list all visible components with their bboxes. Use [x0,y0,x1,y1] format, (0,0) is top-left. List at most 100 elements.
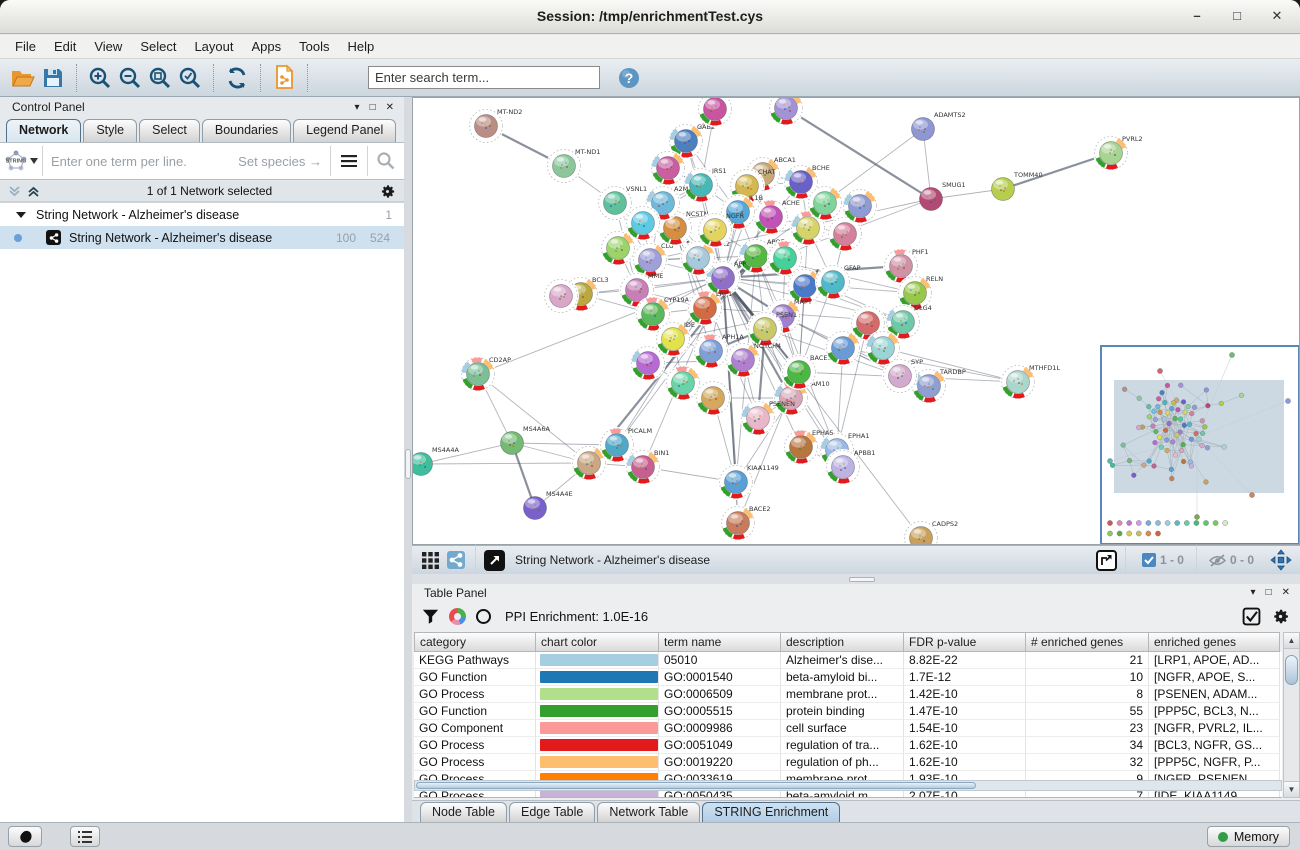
table-row[interactable]: GO FunctionGO:0001540beta-amyloid bi...1… [414,669,1282,686]
open-session-icon[interactable] [8,63,38,93]
network-node-kiaa1149[interactable]: KIAA1149 [718,464,779,500]
panel-menu-icon[interactable]: ▾ [1251,587,1256,598]
cell-genes[interactable]: [PPP5C, NGFR, P... [1149,754,1280,771]
cell-desc[interactable]: cell surface [781,720,904,737]
set-species-label[interactable]: Set species → [238,154,322,169]
dock-panel-button[interactable] [8,826,42,847]
tree-expander-icon[interactable] [16,212,26,218]
close-button[interactable]: ✕ [1268,7,1286,25]
tab-legend-panel[interactable]: Legend Panel [293,119,396,142]
network-node-irs1[interactable]: IRS1 [683,167,727,203]
table-settings-gear-icon[interactable] [1271,607,1290,626]
menu-item-layout[interactable]: Layout [185,35,242,59]
detach-view-icon[interactable] [484,550,505,571]
network-node-mt-nd1[interactable]: MT-ND1 [546,148,600,184]
column-header[interactable]: chart color [536,632,659,652]
cell-desc[interactable]: protein binding [781,703,904,720]
memory-button[interactable]: Memory [1207,826,1290,847]
cell-count[interactable]: 32 [1026,754,1149,771]
cell-count[interactable]: 10 [1026,669,1149,686]
scrollbar-thumb[interactable] [1285,655,1298,685]
tab-edge-table[interactable]: Edge Table [509,802,595,822]
cell-count[interactable]: 55 [1026,703,1149,720]
panel-close-icon[interactable]: ✕ [386,102,394,113]
cell-category[interactable]: GO Function [414,703,536,720]
network-node[interactable] [768,98,804,126]
network-node-tomm40[interactable]: TOMM40 [992,171,1043,201]
help-icon[interactable]: ? [614,63,644,93]
network-node-apbb1[interactable]: APBB1 [825,449,875,485]
network-node[interactable] [842,188,878,224]
splitter-grip[interactable] [405,449,411,479]
share-view-icon[interactable] [447,551,465,569]
cell-color[interactable] [536,686,659,703]
zoom-fit-icon[interactable] [145,63,175,93]
export-network-icon[interactable] [1096,550,1117,571]
network-node[interactable] [807,185,843,221]
network-node-mt-nd2[interactable]: MT-ND2 [468,108,522,144]
network-collection-row[interactable]: String Network - Alzheimer's disease 1 [0,203,404,226]
maximize-button[interactable]: □ [1228,7,1246,25]
tab-style[interactable]: Style [83,119,137,142]
cell-category[interactable]: GO Function [414,669,536,686]
collapse-all-icon[interactable] [8,185,21,198]
panel-float-icon[interactable]: □ [1266,587,1272,598]
cell-term[interactable]: GO:0001540 [659,669,781,686]
import-network-icon[interactable] [269,63,299,93]
column-header[interactable]: FDR p-value [904,632,1026,652]
menu-item-file[interactable]: File [6,35,45,59]
network-node-cd2ap[interactable]: CD2AP [460,356,511,392]
network-node-cadps2[interactable]: CADPS2 [903,520,958,545]
cell-desc[interactable]: regulation of ph... [781,754,904,771]
cell-category[interactable]: GO Process [414,737,536,754]
table-vertical-scrollbar[interactable]: ▲ ▼ [1283,632,1300,798]
filter-icon[interactable] [422,608,439,625]
network-options-gear-icon[interactable] [379,183,396,200]
table-horizontal-scrollbar[interactable] [414,780,1282,791]
tab-node-table[interactable]: Node Table [420,802,507,822]
panel-close-icon[interactable]: ✕ [1282,587,1290,598]
network-node-pvrl2[interactable]: PVRL2 [1093,135,1143,171]
search-input[interactable] [368,66,600,89]
refresh-network-icon[interactable] [222,63,252,93]
cell-category[interactable]: KEGG Pathways [414,652,536,669]
network-node[interactable] [543,278,579,314]
tab-network[interactable]: Network [6,119,81,142]
cell-fdr[interactable]: 1.54E-10 [904,720,1026,737]
menu-item-help[interactable]: Help [339,35,384,59]
grid-view-icon[interactable] [422,552,439,569]
tab-select[interactable]: Select [139,119,200,142]
string-logo-icon[interactable]: STRING [0,149,42,173]
expand-all-icon[interactable] [27,185,40,198]
menu-item-edit[interactable]: Edit [45,35,85,59]
scroll-up-icon[interactable]: ▲ [1284,633,1299,649]
cell-color[interactable] [536,737,659,754]
menu-item-view[interactable]: View [85,35,131,59]
table-row[interactable]: GO ProcessGO:0051049regulation of tra...… [414,737,1282,754]
cell-desc[interactable]: Alzheimer's dise... [781,652,904,669]
network-node[interactable] [600,230,636,266]
network-node-gfap[interactable]: GFAP [815,264,861,300]
cell-color[interactable] [536,652,659,669]
network-node-tardbp[interactable]: TARDBP [911,368,966,404]
panel-float-icon[interactable]: □ [370,102,376,113]
cell-fdr[interactable]: 1.62E-10 [904,754,1026,771]
network-node-ms4a6a[interactable]: MS4A6A [501,425,551,455]
cell-term[interactable]: GO:0006509 [659,686,781,703]
cell-color[interactable] [536,754,659,771]
network-node[interactable] [865,330,901,366]
network-node-smug1[interactable]: SMUG1 [920,181,966,211]
cell-desc[interactable]: membrane prot... [781,686,904,703]
column-header[interactable]: description [781,632,904,652]
birdseye-toggle-icon[interactable] [1270,549,1292,571]
cell-genes[interactable]: [NGFR, APOE, S... [1149,669,1280,686]
splitter-grip[interactable] [849,577,875,582]
network-node[interactable] [650,150,686,186]
network-node-adamts2[interactable]: ADAMTS2 [912,111,966,141]
table-row[interactable]: GO FunctionGO:0005515protein binding1.47… [414,703,1282,720]
cell-genes[interactable]: [LRP1, APOE, AD... [1149,652,1280,669]
minimize-button[interactable]: – [1188,7,1206,25]
cell-category[interactable]: GO Process [414,754,536,771]
scroll-down-icon[interactable]: ▼ [1284,781,1299,797]
cell-term[interactable]: 05010 [659,652,781,669]
